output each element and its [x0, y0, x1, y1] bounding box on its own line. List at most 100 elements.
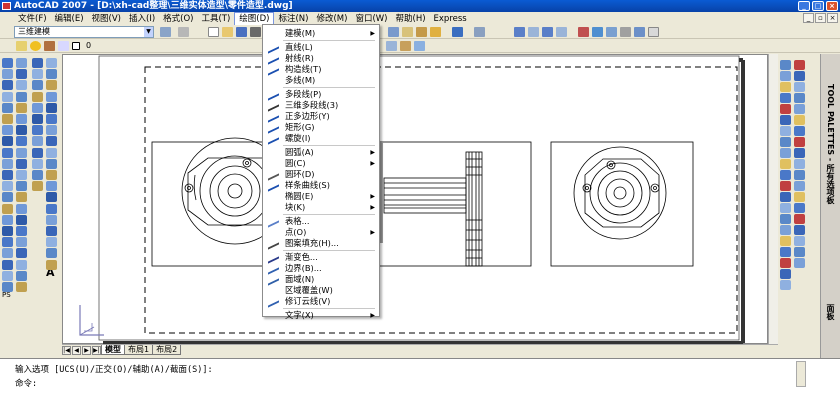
- right-tool-icon[interactable]: [794, 126, 805, 136]
- left-tool-icon[interactable]: [46, 69, 57, 80]
- left-tool-icon[interactable]: [16, 192, 27, 203]
- left-tool-icon[interactable]: [32, 102, 43, 113]
- left-tool-icon[interactable]: [16, 203, 27, 214]
- menu-view[interactable]: 视图(V): [88, 13, 125, 25]
- menu-tools[interactable]: 工具(T): [197, 13, 234, 25]
- match-properties-icon[interactable]: [430, 27, 441, 37]
- right-tool-icon[interactable]: [780, 269, 791, 279]
- left-tool-icon[interactable]: [46, 203, 57, 214]
- zoom-realtime-icon[interactable]: [528, 27, 539, 37]
- right-tool-icon[interactable]: [780, 159, 791, 169]
- right-tool-icon[interactable]: [794, 104, 805, 114]
- draw-menu-item[interactable]: 矩形(G): [263, 121, 380, 134]
- left-tool-icon[interactable]: [16, 80, 27, 91]
- left-tool-icon[interactable]: [32, 80, 43, 91]
- left-tool-icon[interactable]: [16, 158, 27, 169]
- render-icon[interactable]: [414, 41, 425, 51]
- draw-menu-item[interactable]: 多线(M): [263, 75, 380, 86]
- left-tool-icon[interactable]: [16, 114, 27, 124]
- menu-format[interactable]: 格式(O): [159, 13, 197, 25]
- draw-menu-item[interactable]: 修订云线(V): [263, 295, 380, 308]
- save-icon[interactable]: [236, 27, 247, 37]
- left-tool-icon[interactable]: [2, 214, 13, 225]
- prev-tab-icon[interactable]: ◀: [72, 345, 81, 355]
- right-tool-icon[interactable]: [794, 93, 805, 103]
- right-tool-icon[interactable]: [780, 93, 791, 103]
- tab-model[interactable]: 模型: [101, 345, 125, 355]
- left-tool-icon[interactable]: [46, 158, 57, 169]
- left-tool-icon[interactable]: [16, 58, 27, 68]
- left-tool-icon[interactable]: [16, 136, 27, 147]
- copy-icon[interactable]: [402, 27, 413, 37]
- right-tool-icon[interactable]: [794, 236, 805, 246]
- right-tool-icon[interactable]: [780, 137, 791, 147]
- tool-palettes-title[interactable]: TOOL PALETTES - 所有选项板: [825, 84, 836, 204]
- right-tool-icon[interactable]: [794, 137, 805, 147]
- draw-menu-item[interactable]: 块(K) ▶: [263, 202, 380, 213]
- left-tool-icon[interactable]: [16, 125, 27, 136]
- left-tool-icon[interactable]: [32, 125, 43, 136]
- left-tool-icon[interactable]: [32, 114, 43, 124]
- tab-layout2[interactable]: 布局2: [152, 345, 182, 355]
- right-tool-icon[interactable]: [780, 181, 791, 191]
- left-tool-icon[interactable]: [46, 114, 57, 124]
- redo-icon[interactable]: [474, 27, 485, 37]
- maximize-button[interactable]: □: [812, 1, 824, 11]
- print-icon[interactable]: [250, 27, 261, 37]
- sheet-set-icon[interactable]: [620, 27, 631, 37]
- left-tool-icon[interactable]: [32, 91, 43, 102]
- right-tool-icon[interactable]: [794, 159, 805, 169]
- left-tool-icon[interactable]: [16, 270, 27, 281]
- left-tool-icon[interactable]: [46, 214, 57, 225]
- left-tool-icon[interactable]: [2, 282, 13, 292]
- markup-icon[interactable]: [634, 27, 645, 37]
- drawing-area[interactable]: [62, 54, 768, 345]
- sun-icon[interactable]: [30, 41, 41, 51]
- draw-menu-item[interactable]: 直线(L): [263, 41, 380, 54]
- left-tool-icon[interactable]: [16, 170, 27, 180]
- workspace-save-icon[interactable]: [178, 27, 189, 37]
- right-tool-icon[interactable]: [780, 280, 791, 290]
- left-tool-icon[interactable]: [2, 125, 13, 136]
- left-tool-icon[interactable]: [32, 158, 43, 169]
- doc-minimize-button[interactable]: _: [803, 13, 814, 23]
- left-tool-icon[interactable]: [2, 192, 13, 203]
- panel-title[interactable]: 面板: [825, 304, 836, 320]
- left-tool-icon[interactable]: [46, 147, 57, 158]
- right-tool-icon[interactable]: [794, 181, 805, 191]
- left-tool-icon[interactable]: [32, 58, 43, 68]
- draw-menu-item[interactable]: 圆(C) ▶: [263, 158, 380, 169]
- left-tool-icon[interactable]: [2, 259, 13, 270]
- menu-express[interactable]: Express: [430, 13, 471, 25]
- layer-freeze-icon[interactable]: [58, 41, 69, 51]
- autocad-app-icon[interactable]: [2, 2, 11, 10]
- left-tool-icon[interactable]: [32, 136, 43, 147]
- workspace-settings-icon[interactable]: [160, 27, 171, 37]
- doc-restore-button[interactable]: ▫: [815, 13, 826, 23]
- left-tool-icon[interactable]: [32, 170, 43, 180]
- left-tool-icon[interactable]: [16, 91, 27, 102]
- right-tool-icon[interactable]: [794, 192, 805, 202]
- right-tool-icon[interactable]: [780, 170, 791, 180]
- left-tool-icon[interactable]: [46, 237, 57, 248]
- left-tool-icon[interactable]: [2, 181, 13, 192]
- design-center-icon[interactable]: [592, 27, 603, 37]
- left-tool-icon[interactable]: [32, 69, 43, 80]
- draw-menu-item[interactable]: 圆弧(A) ▶: [263, 147, 380, 158]
- right-tool-icon[interactable]: [780, 60, 791, 70]
- left-tool-icon[interactable]: [16, 226, 27, 236]
- first-tab-icon[interactable]: |◀: [62, 345, 71, 355]
- draw-menu-item[interactable]: 椭圆(E) ▶: [263, 191, 380, 202]
- left-tool-icon[interactable]: [46, 248, 57, 259]
- left-tool-icon[interactable]: [2, 170, 13, 180]
- right-tool-icon[interactable]: [794, 71, 805, 81]
- left-tool-icon[interactable]: [2, 203, 13, 214]
- right-tool-icon[interactable]: [780, 247, 791, 257]
- next-tab-icon[interactable]: ▶: [82, 345, 91, 355]
- left-tool-icon[interactable]: [2, 102, 13, 113]
- command-prompt[interactable]: 命令:: [15, 377, 37, 389]
- right-tool-icon[interactable]: [794, 258, 805, 268]
- draw-menu-item[interactable]: 正多边形(Y): [263, 110, 380, 123]
- left-tool-icon[interactable]: [2, 226, 13, 236]
- left-tool-icon[interactable]: [32, 181, 43, 192]
